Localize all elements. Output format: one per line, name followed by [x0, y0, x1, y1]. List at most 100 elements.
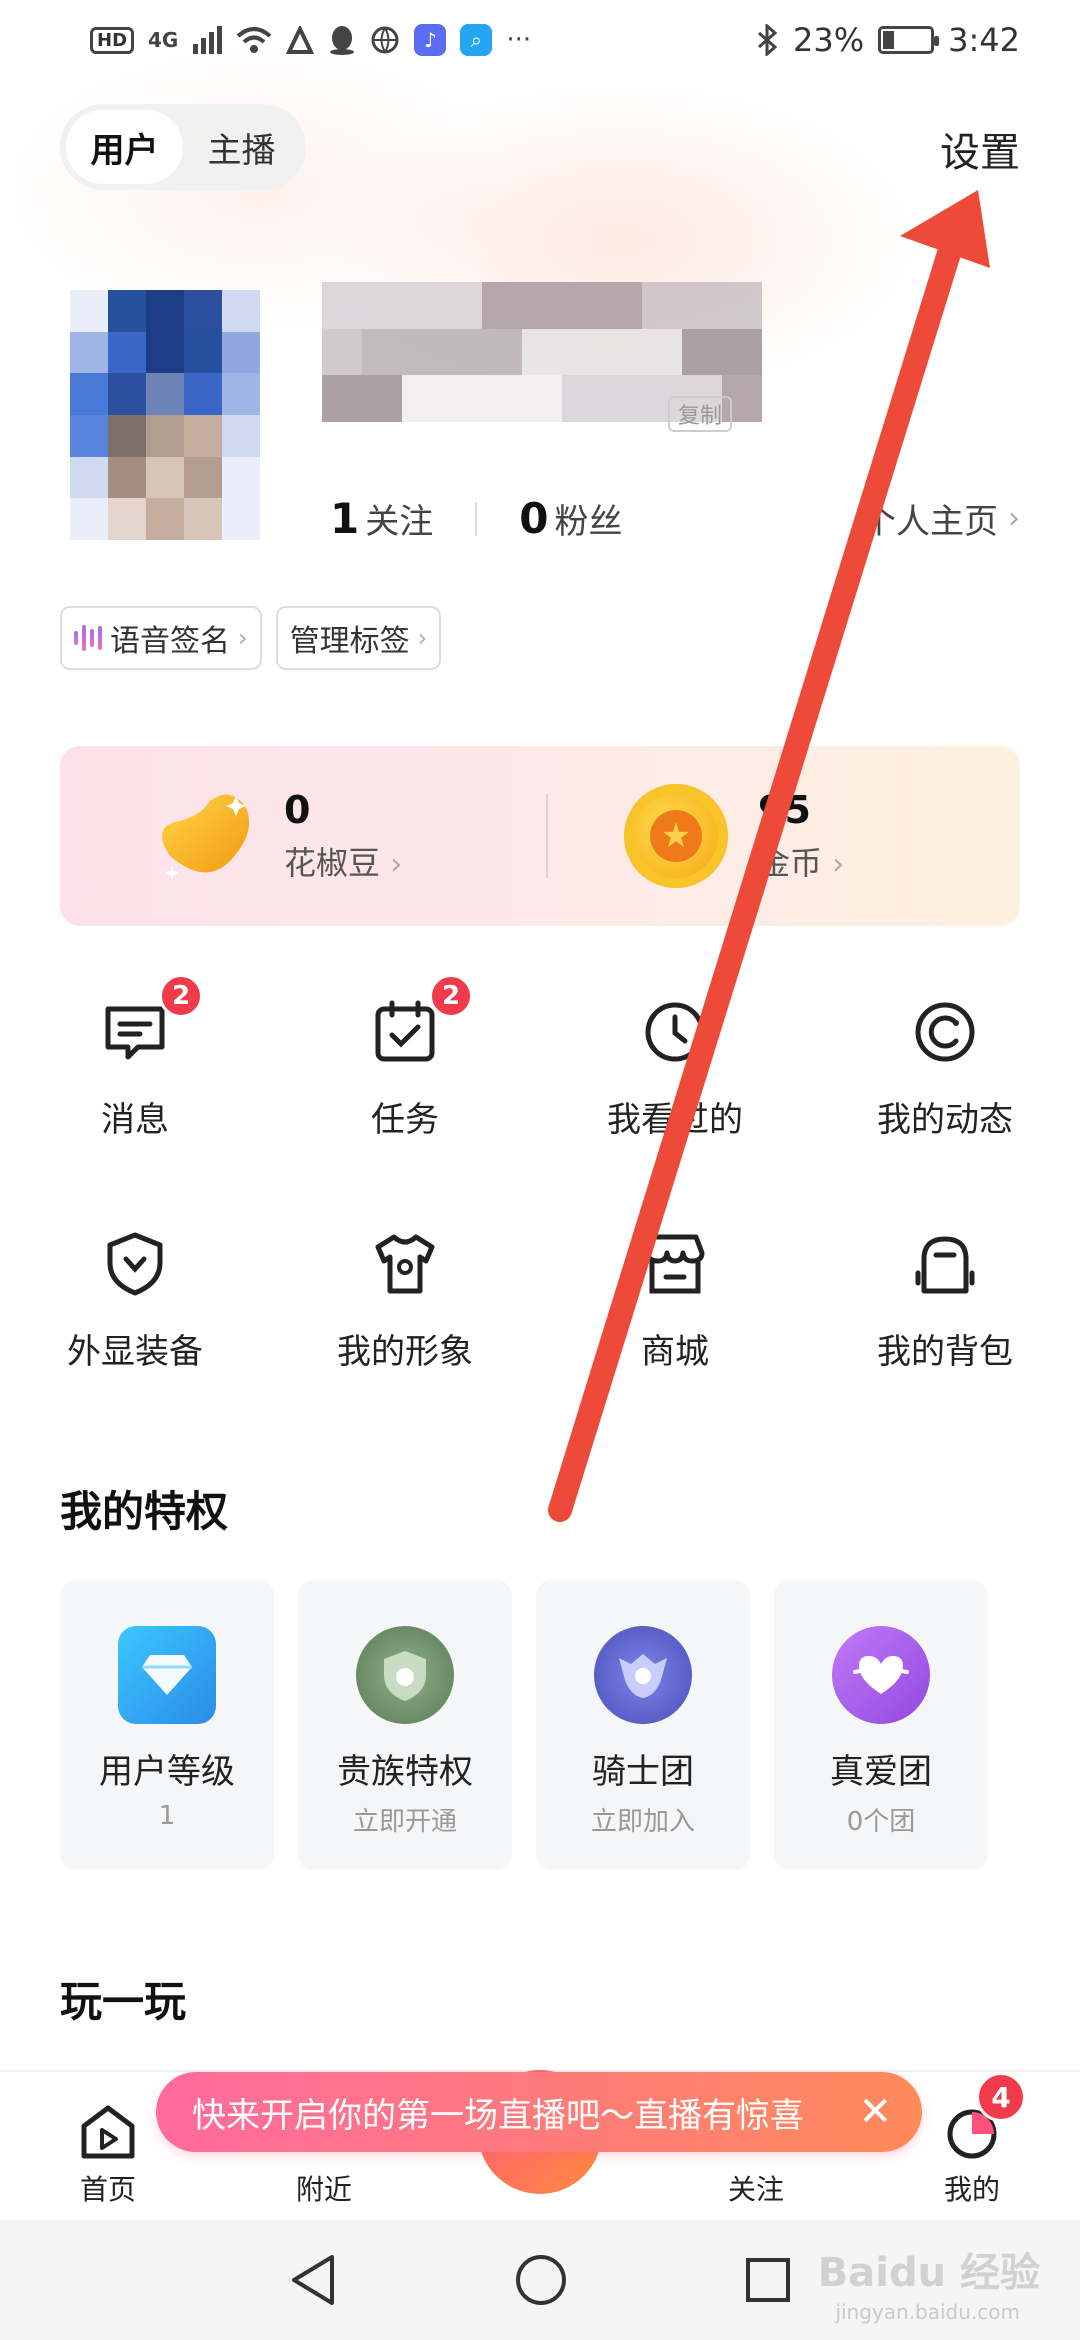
- menu-label: 我看过的: [607, 1100, 743, 1140]
- star-icon: ★: [650, 810, 702, 862]
- heart-icon: [832, 1626, 930, 1724]
- nav-label: 我的: [943, 2173, 1000, 2206]
- chevron-right-icon: ›: [832, 847, 845, 882]
- live-promo-text: 快来开启你的第一场直播吧～直播有惊喜: [192, 2095, 804, 2136]
- privilege-title: 骑士团: [592, 1752, 694, 1792]
- privilege-noble[interactable]: 贵族特权 立即开通: [298, 1580, 512, 1870]
- knight-icon: [594, 1626, 692, 1724]
- voice-wave-icon: [74, 625, 102, 651]
- tab-user[interactable]: 用户: [66, 110, 183, 184]
- name-pixel: [722, 282, 762, 329]
- chevron-right-icon: ›: [417, 624, 428, 652]
- name-pixel: [322, 328, 362, 376]
- watermark-url: jingyan.baidu.com: [835, 2300, 1020, 2324]
- name-pixel: [722, 328, 762, 376]
- fans-label[interactable]: 粉丝: [554, 494, 622, 543]
- avatar-pixel: [222, 331, 260, 374]
- name-pixel: [562, 282, 602, 329]
- following-label[interactable]: 关注: [365, 494, 433, 543]
- clock-icon: [633, 990, 717, 1074]
- home-circle-icon[interactable]: [514, 2253, 568, 2307]
- back-icon[interactable]: [288, 2253, 338, 2307]
- menu-label: 商城: [641, 1332, 709, 1372]
- watermark-logo: Baidu 经验: [817, 2250, 1040, 2296]
- close-icon[interactable]: ✕: [858, 2089, 892, 2135]
- avatar-pixel: [108, 373, 146, 415]
- avatar-pixel: [146, 456, 184, 499]
- avatar-pixel: [70, 331, 108, 374]
- status-right: 23% 3:42: [757, 21, 1020, 59]
- name-pixel: [482, 282, 522, 329]
- name-pixel: [682, 328, 722, 376]
- voice-signature-button[interactable]: 语音签名 ›: [60, 606, 262, 670]
- play-section-title: 玩一玩: [60, 1977, 187, 2026]
- tab-streamer[interactable]: 主播: [183, 110, 300, 184]
- menu-item-avatar-image[interactable]: 我的形象: [270, 1222, 540, 1404]
- privilege-subtitle: 1: [158, 1801, 176, 1831]
- profile-home-link[interactable]: 个人主页 ›: [862, 494, 1020, 543]
- coins-count: 95: [758, 788, 811, 832]
- mine-badge: 4: [976, 2072, 1026, 2122]
- coins-label: 金币: [758, 844, 823, 882]
- privilege-subtitle: 0个团: [846, 1807, 916, 1837]
- hd-indicator: HD: [90, 26, 135, 54]
- feature-menu-grid: 2 消息 2 任务 我看过的 我的动态 外显装备 我的形象 商城 我的背包: [0, 974, 1080, 1404]
- avatar-pixel: [70, 456, 108, 499]
- avatar-pixel: [184, 456, 222, 499]
- messages-badge: 2: [159, 974, 203, 1018]
- bean-icon: [162, 794, 250, 880]
- copy-id-button[interactable]: 复制: [668, 396, 733, 432]
- role-toggle: 用户 主播: [60, 104, 306, 190]
- avatar-pixel: [108, 415, 146, 457]
- menu-label: 我的动态: [877, 1100, 1013, 1140]
- name-pixel: [362, 328, 402, 376]
- profile-home-label: 个人主页: [862, 502, 998, 542]
- menu-item-store[interactable]: 商城: [540, 1222, 810, 1404]
- following-count[interactable]: 1: [330, 494, 359, 543]
- signal-icon: [193, 26, 223, 54]
- privilege-knights[interactable]: 骑士团 立即加入: [536, 1580, 750, 1870]
- privileges-row: 用户等级 1 贵族特权 立即开通 骑士团 立即加入 真爱团 0个团: [60, 1580, 988, 1870]
- coins-entry[interactable]: ★ 95 金币 ›: [548, 784, 1020, 888]
- avatar-pixel: [70, 415, 108, 457]
- live-promo-banner[interactable]: 快来开启你的第一场直播吧～直播有惊喜 ✕: [156, 2072, 922, 2152]
- chevron-right-icon: ›: [238, 624, 248, 652]
- beans-entry[interactable]: 0 花椒豆 ›: [60, 786, 546, 886]
- manage-tags-button[interactable]: 管理标签 ›: [275, 606, 442, 670]
- privilege-user-level[interactable]: 用户等级 1: [60, 1580, 274, 1870]
- recents-icon[interactable]: [744, 2256, 792, 2304]
- menu-item-equipment[interactable]: 外显装备: [0, 1222, 270, 1404]
- beans-text: 0 花椒豆 ›: [284, 788, 402, 884]
- avatar-pixel: [146, 498, 184, 540]
- fans-count[interactable]: 0: [519, 494, 548, 543]
- menu-item-backpack[interactable]: 我的背包: [810, 1222, 1080, 1404]
- task-icon: 2: [363, 974, 473, 1074]
- menu-item-tasks[interactable]: 2 任务: [270, 974, 540, 1172]
- name-pixel: [522, 282, 562, 329]
- name-pixel: [602, 375, 642, 422]
- name-pixel: [602, 282, 642, 329]
- beans-label: 花椒豆: [284, 844, 381, 882]
- name-pixel: [602, 328, 642, 376]
- name-pixel: [402, 375, 442, 422]
- app-a-icon: [286, 26, 315, 54]
- avatar[interactable]: [70, 290, 260, 540]
- store-icon: [633, 1222, 717, 1306]
- avatar-pixel: [70, 498, 108, 540]
- privilege-true-love[interactable]: 真爱团 0个团: [774, 1580, 988, 1870]
- settings-button[interactable]: 设置: [940, 120, 1020, 178]
- menu-item-messages[interactable]: 2 消息: [0, 974, 270, 1172]
- battery-icon: [878, 26, 940, 54]
- voice-signature-label: 语音签名: [110, 624, 230, 659]
- menu-item-dynamics[interactable]: 我的动态: [810, 990, 1080, 1172]
- name-pixel: [562, 375, 602, 422]
- name-pixel: [442, 282, 482, 329]
- profile-tag-row: 语音签名 › 管理标签 ›: [60, 606, 442, 670]
- privilege-title: 用户等级: [99, 1752, 235, 1792]
- status-left: HD 4G ♪ ⌕ ···: [90, 24, 531, 56]
- avatar-pixel: [184, 290, 222, 332]
- clock: 3:42: [948, 21, 1020, 59]
- avatar-pixel: [222, 373, 260, 415]
- music-app-icon: ♪: [414, 24, 447, 56]
- menu-item-history[interactable]: 我看过的: [540, 990, 810, 1172]
